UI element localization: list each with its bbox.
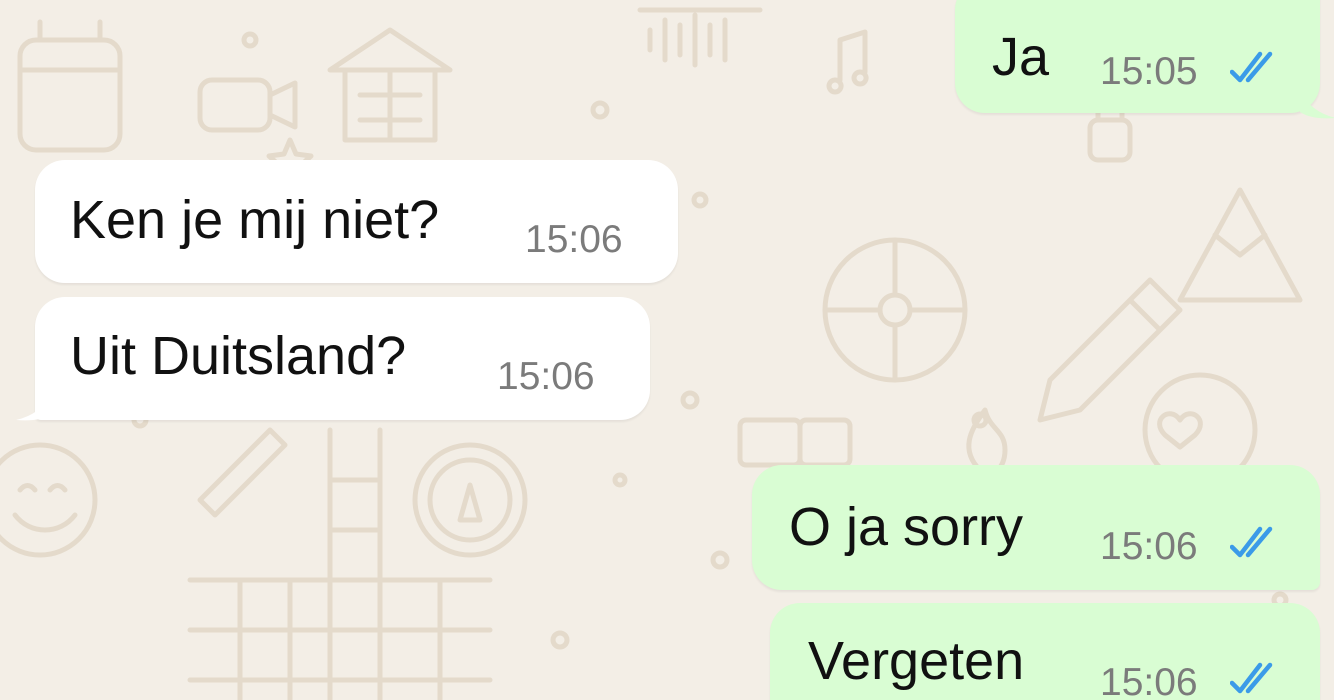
double-check-read-icon (1230, 526, 1273, 558)
message-text: Vergeten (808, 631, 1025, 691)
message-text: Ken je mij niet? (70, 190, 440, 250)
double-check-read-icon (1230, 51, 1273, 83)
message-text: Uit Duitsland? (70, 326, 407, 386)
message-bubble-incoming[interactable]: Uit Duitsland? 15:06 (35, 297, 650, 420)
message-text: O ja sorry (789, 497, 1024, 557)
message-bubble-outgoing[interactable]: Vergeten 15:06 (770, 603, 1320, 700)
double-check-read-icon (1230, 662, 1273, 694)
message-timestamp: 15:06 (1100, 661, 1198, 700)
message-bubble-outgoing[interactable]: Ja 15:05 (955, 0, 1320, 113)
message-text: Ja (992, 27, 1050, 87)
message-timestamp: 15:06 (497, 355, 595, 398)
message-timestamp: 15:06 (525, 218, 623, 261)
bubble-tail (16, 392, 52, 421)
message-timestamp: 15:05 (1100, 50, 1198, 93)
message-bubble-outgoing[interactable]: O ja sorry 15:06 (752, 465, 1320, 590)
bubble-tail (1300, 90, 1334, 119)
message-timestamp: 15:06 (1100, 525, 1198, 568)
message-bubble-incoming[interactable]: Ken je mij niet? 15:06 (35, 160, 678, 283)
